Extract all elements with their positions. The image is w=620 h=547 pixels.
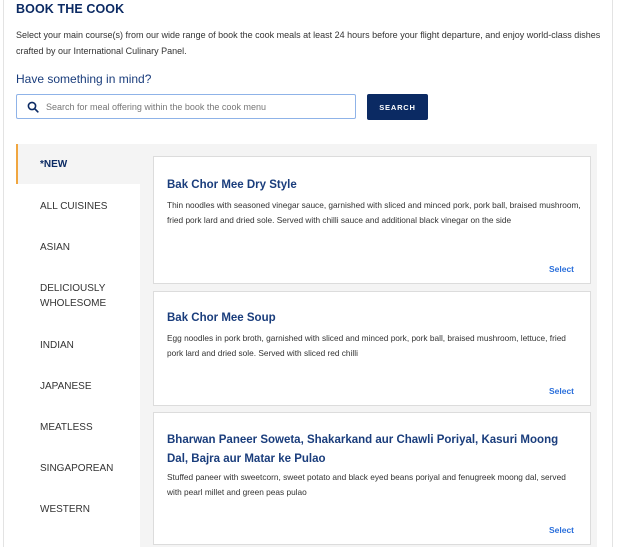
sidebar-item-new[interactable]: *NEW xyxy=(16,144,140,184)
cuisine-sidebar: *NEW ALL CUISINES ASIAN DELICIOUSLY WHOL… xyxy=(16,144,140,547)
search-icon xyxy=(26,100,40,114)
search-button[interactable]: SEARCH xyxy=(367,94,428,120)
sidebar-item-deliciously-wholesome[interactable]: DELICIOUSLY WHOLESOME xyxy=(16,281,116,311)
select-link[interactable]: Select xyxy=(549,525,574,535)
page-title: BOOK THE COOK xyxy=(16,2,125,16)
sidebar-item-label: MEATLESS xyxy=(40,422,93,433)
search-prompt: Have something in mind? xyxy=(16,72,152,86)
search-field[interactable] xyxy=(16,94,356,119)
sidebar-item-meatless[interactable]: MEATLESS xyxy=(16,420,140,435)
sidebar-item-label: *NEW xyxy=(40,158,68,170)
sidebar-item-singaporean[interactable]: SINGAPOREAN xyxy=(16,461,140,476)
select-link[interactable]: Select xyxy=(549,264,574,274)
meal-card: Bak Chor Mee Dry Style Thin noodles with… xyxy=(153,156,591,284)
meal-description: Thin noodles with seasoned vinegar sauce… xyxy=(167,200,581,225)
sidebar-item-western[interactable]: WESTERN xyxy=(16,502,140,517)
sidebar-item-indian[interactable]: INDIAN xyxy=(16,338,140,353)
sidebar-item-asian[interactable]: ASIAN xyxy=(16,240,140,255)
sidebar-item-japanese[interactable]: JAPANESE xyxy=(16,379,140,394)
intro-text: Select your main course(s) from our wide… xyxy=(16,30,601,56)
search-input[interactable] xyxy=(46,101,355,112)
sidebar-item-label: INDIAN xyxy=(40,340,74,351)
meal-card: Bharwan Paneer Soweta, Shakarkand aur Ch… xyxy=(153,412,591,545)
sidebar-item-label: SINGAPOREAN xyxy=(40,463,114,474)
sidebar-item-label: WESTERN xyxy=(40,504,90,515)
meal-name: Bak Chor Mee Dry Style xyxy=(167,179,297,191)
meal-name: Bharwan Paneer Soweta, Shakarkand aur Ch… xyxy=(167,434,559,465)
sidebar-item-label: ASIAN xyxy=(40,242,71,253)
meal-description: Egg noodles in pork broth, garnished wit… xyxy=(167,333,566,358)
sidebar-item-label: JAPANESE xyxy=(40,381,92,392)
sidebar-item-label: DELICIOUSLY WHOLESOME xyxy=(40,283,107,309)
meal-name: Bak Chor Mee Soup xyxy=(167,312,276,324)
sidebar-item-label: ALL CUISINES xyxy=(40,201,108,212)
meal-card: Bak Chor Mee Soup Egg noodles in pork br… xyxy=(153,291,591,406)
select-link[interactable]: Select xyxy=(549,386,574,396)
sidebar-item-all-cuisines[interactable]: ALL CUISINES xyxy=(16,199,140,214)
meal-description: Stuffed paneer with sweetcorn, sweet pot… xyxy=(167,472,566,497)
